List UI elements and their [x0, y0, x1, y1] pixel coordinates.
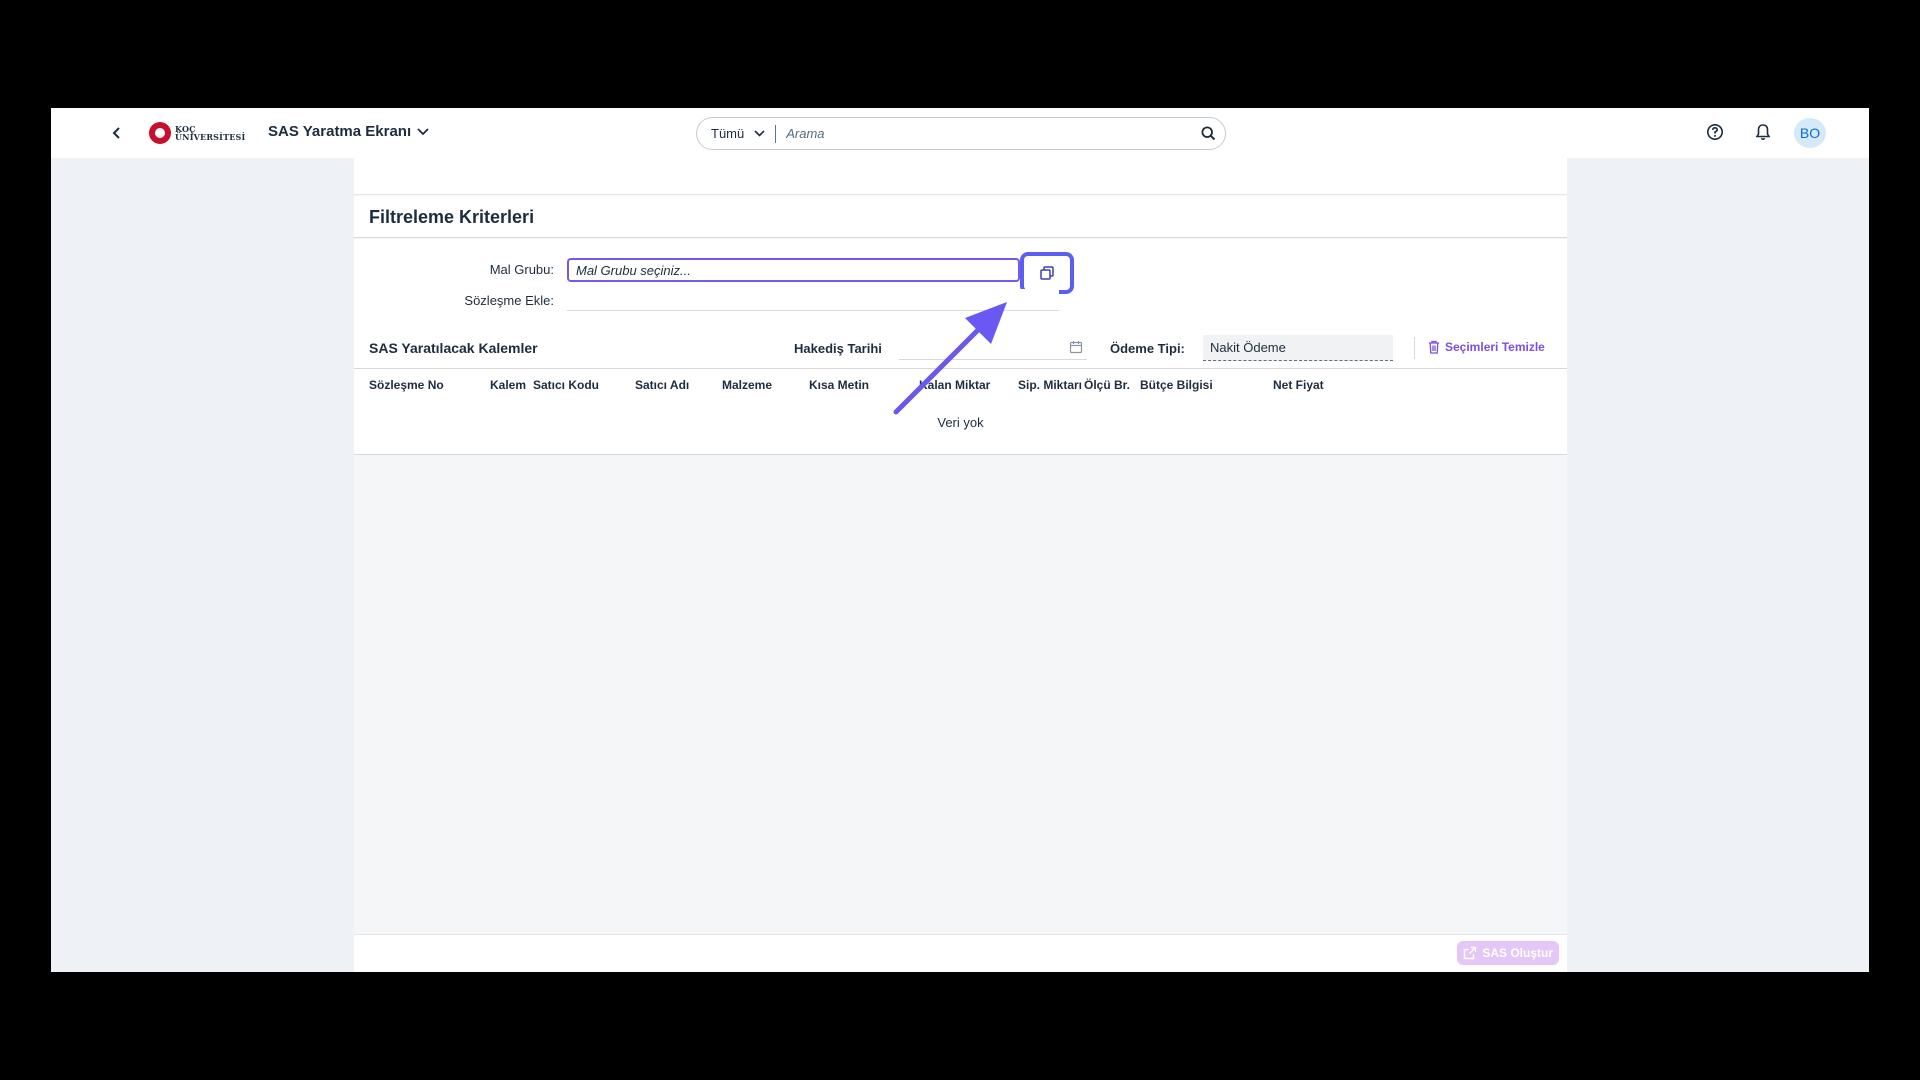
- search-scope-select[interactable]: Tümü: [697, 124, 777, 143]
- column-header[interactable]: Satıcı Adı: [635, 378, 689, 392]
- search-button[interactable]: [1191, 119, 1225, 149]
- mal-grubu-label: Mal Grubu:: [489, 262, 554, 277]
- search-input[interactable]: [776, 126, 1191, 141]
- bell-icon[interactable]: [1755, 123, 1771, 141]
- column-header[interactable]: Kısa Metin: [809, 378, 869, 392]
- column-header[interactable]: Kalan Miktar: [919, 378, 990, 392]
- mal-grubu-value-help-button[interactable]: [1020, 252, 1074, 294]
- calendar-icon[interactable]: [1069, 340, 1083, 354]
- clear-selections-button[interactable]: Seçimleri Temizle: [1428, 340, 1545, 354]
- university-logo[interactable]: KOÇ ÜNİVERSİTESİ: [149, 122, 245, 144]
- column-header[interactable]: Bütçe Bilgisi: [1140, 378, 1213, 392]
- sozlesme-ekle-label: Sözleşme Ekle:: [464, 293, 554, 308]
- value-help-icon: [1040, 266, 1054, 280]
- trash-icon: [1429, 340, 1439, 354]
- column-header[interactable]: Kalem: [490, 378, 526, 392]
- app-title-menu[interactable]: SAS Yaratma Ekranı: [268, 123, 429, 140]
- app-title: SAS Yaratma Ekranı: [268, 123, 412, 140]
- sas-create-label: SAS Oluştur: [1482, 946, 1553, 960]
- share-icon: [1464, 946, 1477, 960]
- chevron-down-icon: [417, 127, 429, 135]
- column-header[interactable]: Satıcı Kodu: [533, 378, 599, 392]
- toolbar-separator: [1414, 337, 1415, 359]
- items-table-toolbar: SAS Yaratılacak Kalemler Hakediş Tarihi …: [354, 329, 1567, 369]
- mal-grubu-input[interactable]: [569, 262, 1018, 278]
- page-content: Filtreleme Kriterleri Mal Grubu: Sözleşm…: [354, 158, 1567, 972]
- app-window: KOÇ ÜNİVERSİTESİ SAS Yaratma Ekranı Tümü …: [51, 108, 1869, 972]
- filter-title: Filtreleme Kriterleri: [369, 207, 535, 227]
- odeme-tipi-label: Ödeme Tipi:: [1110, 341, 1185, 356]
- items-table-title: SAS Yaratılacak Kalemler: [369, 340, 538, 356]
- sozlesme-ekle-input[interactable]: [567, 289, 1059, 311]
- column-header[interactable]: Sözleşme No: [369, 378, 444, 392]
- logo-line-2: ÜNİVERSİTESİ: [175, 132, 246, 142]
- chevron-left-icon: [112, 127, 120, 139]
- items-table-header: Sözleşme No Kalem Satıcı Kodu Satıcı Adı…: [354, 370, 1567, 398]
- search-icon: [1200, 126, 1215, 141]
- hakedis-tarihi-datepicker[interactable]: [899, 336, 1087, 360]
- filter-panel-header: Filtreleme Kriterleri: [354, 196, 1567, 238]
- chevron-down-icon: [754, 130, 765, 137]
- odeme-tipi-select[interactable]: Nakit Ödeme: [1203, 335, 1393, 361]
- items-table-panel: SAS Yaratılacak Kalemler Hakediş Tarihi …: [354, 329, 1567, 455]
- logo-mark-icon: [149, 122, 171, 144]
- sas-create-button[interactable]: SAS Oluştur: [1457, 941, 1559, 965]
- filter-form: Mal Grubu: Sözleşme Ekle:: [354, 239, 1567, 329]
- avatar[interactable]: BO: [1794, 118, 1826, 148]
- page-header-strip: [354, 158, 1567, 195]
- clear-selections-label: Seçimleri Temizle: [1445, 340, 1545, 354]
- search-scope-value: Tümü: [711, 126, 745, 141]
- footer-bar: SAS Oluştur: [354, 934, 1567, 972]
- help-icon[interactable]: [1706, 123, 1724, 141]
- search-bar: Tümü: [696, 117, 1226, 150]
- no-data-message: Veri yok: [937, 415, 984, 430]
- shell-bar: KOÇ ÜNİVERSİTESİ SAS Yaratma Ekranı Tümü …: [51, 108, 1869, 158]
- column-header[interactable]: Sip. Miktarı: [1018, 378, 1082, 392]
- back-button[interactable]: [107, 123, 127, 143]
- mal-grubu-field: [567, 258, 1020, 282]
- column-header[interactable]: Malzeme: [722, 378, 772, 392]
- column-header[interactable]: Ölçü Br.: [1084, 378, 1130, 392]
- hakedis-tarihi-label: Hakediş Tarihi: [794, 341, 882, 356]
- column-header[interactable]: Net Fiyat: [1273, 378, 1324, 392]
